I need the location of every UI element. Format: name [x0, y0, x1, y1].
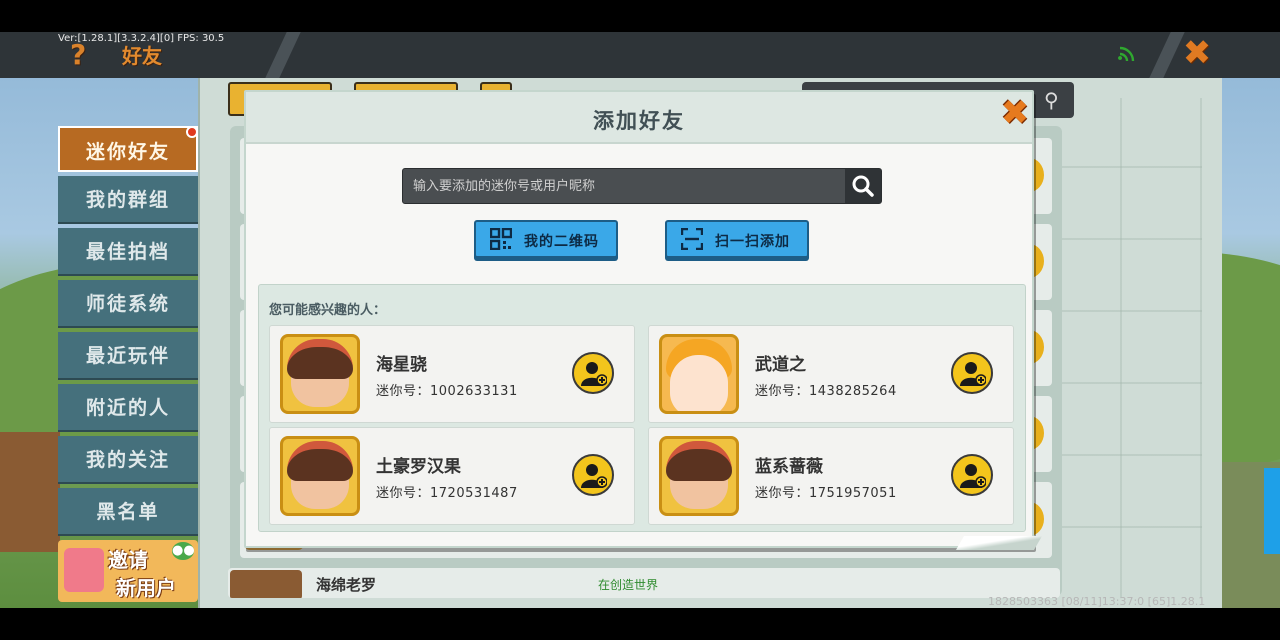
- sidebar-item-label: 师徒系统: [85, 293, 170, 315]
- user-name: 武道之: [755, 355, 806, 375]
- sidebar-item-best-partner[interactable]: 最佳拍档: [58, 228, 198, 276]
- add-friend-button[interactable]: [572, 454, 614, 496]
- sidebar-item-label: 我的关注: [85, 449, 170, 471]
- sidebar-item-my-groups[interactable]: 我的群组: [58, 176, 198, 224]
- sidebar-item-mentor-system[interactable]: 师徒系统: [58, 280, 198, 328]
- gift-icon: [64, 548, 104, 592]
- add-friend-button[interactable]: [951, 352, 993, 394]
- sidebar-item-blacklist[interactable]: 黑名单: [58, 488, 198, 536]
- avatar: [659, 436, 739, 516]
- sidebar-item-label: 黑名单: [96, 501, 160, 523]
- search-icon[interactable]: ⚲: [1044, 88, 1068, 112]
- scan-icon: [681, 228, 703, 250]
- search-icon: [852, 175, 874, 197]
- page-curl-decoration: [955, 536, 1043, 550]
- invite-line1: 邀请: [108, 548, 148, 572]
- avatar: [230, 570, 302, 598]
- avatar: [280, 334, 360, 414]
- sidebar-item-nearby[interactable]: 附近的人: [58, 384, 198, 432]
- invite-line2: 新用户: [116, 576, 176, 600]
- search-button[interactable]: [845, 169, 881, 203]
- add-friend-dialog: 添加好友 ✖ 我的二维码 扫一扫添加 您可能感兴趣的人：: [244, 90, 1034, 548]
- dialog-header: 添加好友 ✖: [246, 92, 1032, 144]
- list-item[interactable]: 海绵老罗 在创造世界: [228, 568, 1060, 598]
- add-friend-button[interactable]: [951, 454, 993, 496]
- wechat-icon: ●●: [172, 542, 195, 560]
- my-qr-code-label: 我的二维码: [524, 234, 599, 250]
- user-name: 海星骁: [376, 355, 427, 375]
- my-qr-code-button[interactable]: 我的二维码: [474, 220, 618, 258]
- sidebar-item-label: 附近的人: [85, 397, 170, 419]
- add-user-icon: [960, 464, 986, 488]
- user-name: 蓝系蔷薇: [755, 457, 823, 477]
- page-title: 好友: [122, 44, 162, 68]
- friend-status: 在创造世界: [598, 578, 659, 592]
- qr-code-icon: [490, 228, 512, 250]
- add-user-icon: [581, 464, 607, 488]
- scan-to-add-label: 扫一扫添加: [715, 234, 790, 250]
- close-icon[interactable]: ✖: [998, 96, 1032, 130]
- suggested-user-card[interactable]: 武道之 迷你号：1438285264: [648, 325, 1014, 423]
- sidebar-item-following[interactable]: 我的关注: [58, 436, 198, 484]
- user-id: 迷你号：1438285264: [755, 384, 897, 399]
- add-user-icon: [581, 362, 607, 386]
- sidebar-item-label: 最近玩伴: [85, 345, 170, 367]
- search-input[interactable]: [403, 169, 845, 203]
- user-id: 迷你号：1720531487: [376, 486, 518, 501]
- sidebar-item-label: 我的群组: [85, 189, 170, 211]
- invite-new-user-banner[interactable]: 邀请 新用户 ●●: [58, 540, 198, 602]
- user-id: 迷你号：1002633131: [376, 384, 518, 399]
- dialog-title: 添加好友: [593, 109, 685, 133]
- user-id: 迷你号：1751957051: [755, 486, 897, 501]
- suggested-people-label: 您可能感兴趣的人：: [269, 303, 387, 318]
- close-icon[interactable]: ✖: [1180, 36, 1214, 70]
- help-icon[interactable]: ?: [70, 40, 92, 70]
- suggested-people-panel: 您可能感兴趣的人： 海星骁 迷你号：1002633131 武道之 迷你号：143…: [258, 284, 1026, 532]
- friend-name: 海绵老罗: [316, 576, 377, 594]
- side-handle[interactable]: [1264, 468, 1280, 554]
- suggested-user-card[interactable]: 土豪罗汉果 迷你号：1720531487: [269, 427, 635, 525]
- sidebar-item-label: 最佳拍档: [85, 241, 170, 263]
- footer-debug-info: 1828503363 [08/11]13:37:0 [65]1.28.1: [988, 595, 1206, 608]
- avatar: [280, 436, 360, 516]
- add-user-icon: [960, 362, 986, 386]
- sidebar-item-recent-players[interactable]: 最近玩伴: [58, 332, 198, 380]
- background-pattern: [1042, 98, 1202, 598]
- signal-icon: [1118, 46, 1135, 62]
- suggested-user-card[interactable]: 蓝系蔷薇 迷你号：1751957051: [648, 427, 1014, 525]
- scan-to-add-button[interactable]: 扫一扫添加: [665, 220, 809, 258]
- sidebar-item-label: 迷你好友: [85, 141, 170, 163]
- search-box: [402, 168, 882, 204]
- user-name: 土豪罗汉果: [376, 457, 461, 477]
- sidebar-item-mini-friends[interactable]: 迷你好友: [58, 126, 198, 172]
- notification-dot: [186, 126, 198, 138]
- add-friend-button[interactable]: [572, 352, 614, 394]
- avatar: [659, 334, 739, 414]
- suggested-user-card[interactable]: 海星骁 迷你号：1002633131: [269, 325, 635, 423]
